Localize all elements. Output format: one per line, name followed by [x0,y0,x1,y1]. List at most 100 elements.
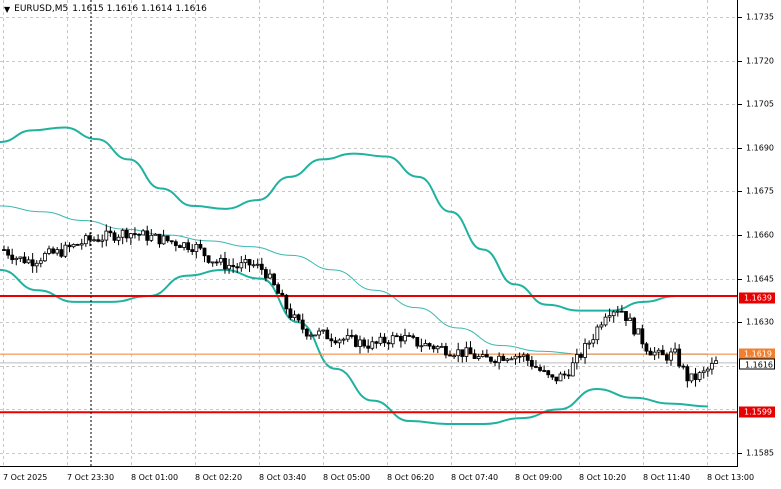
candle-body-bull [341,338,346,341]
candle-body-bear [190,249,195,253]
candle-body-bear [529,360,534,367]
candle-body-bull [92,239,96,242]
candle [145,225,150,246]
candle [38,257,43,268]
candle [566,369,571,380]
candle [51,246,56,255]
candle-body-bull [701,370,706,374]
candle-body-bear [468,347,473,355]
candle-body-bull [452,355,457,358]
candle [710,357,714,375]
candle-body-bull [120,229,125,238]
candle [583,338,587,364]
candle [30,253,35,273]
candle-body-bull [673,348,677,353]
candle [337,338,342,349]
candle-body-bear [206,255,211,263]
candle-body-bear [124,229,129,239]
candle [26,256,31,265]
candle [431,344,436,353]
candle [227,258,231,274]
candle-body-bull [210,261,215,264]
candle [501,353,506,362]
candle-body-bear [6,249,10,256]
candle-body-bear [169,240,174,243]
candle [681,363,686,370]
candle-body-bull [79,243,84,246]
candle-body-bear [685,366,690,382]
candle [149,229,154,243]
candle [464,341,469,362]
candle [10,248,15,264]
price-axis-label: 1.1660 [746,230,774,240]
candle [615,305,620,317]
time-axis-label: 7 Oct 23:30 [67,473,115,482]
candle [120,228,125,245]
candle-body-bull [63,244,68,257]
candle-body-bear [263,269,268,279]
candle-body-bull [697,372,702,380]
chart-menu-icon[interactable]: ▼ [4,5,10,14]
candle [390,331,395,348]
candle-body-bear [75,243,80,246]
candle-body-bull [615,310,620,313]
candle-body-bear [333,340,338,344]
candle-body-bear [562,373,567,376]
candle-body-bear [411,335,416,338]
candle-body-bull [153,233,158,236]
candle [63,241,68,258]
candle [112,230,117,243]
candle-body-bull [243,259,248,264]
candle [214,259,219,267]
candle-body-bear [133,233,137,235]
candle [333,336,338,345]
candle-body-bull [480,354,485,357]
candle-body-bull [611,311,616,317]
candle-body-bull [358,339,362,347]
candle-body-bear [427,343,432,347]
candle-body-bull [218,258,223,263]
chart-window[interactable]: ▼ EURUSD,M5 1.1615 1.1616 1.1614 1.1616 … [0,0,781,489]
candle [202,247,207,263]
time-axis-label: 7 Oct 2025 [3,473,48,482]
price-chart[interactable] [0,0,781,489]
candle-body-bull [710,363,714,370]
candle-body-bear [325,329,330,340]
candle [476,353,481,361]
candle [165,235,170,243]
candle-body-bear [366,345,371,349]
candle-body-bull [313,334,317,337]
candle [92,236,96,242]
candle [259,257,264,275]
candle-body-bull [268,273,272,279]
candle-body-bear [399,335,403,342]
candle [595,324,600,345]
time-axis-label: 8 Oct 06:20 [387,473,435,482]
candle-body-bull [182,242,186,248]
candle-body-bear [681,365,686,368]
candle-body-bull [43,253,47,262]
candle [255,258,260,269]
time-axis-label: 8 Oct 13:00 [707,473,755,482]
candle [546,369,551,379]
candle-body-bull [583,343,587,358]
candle [435,345,440,354]
candle-body-bear [137,233,141,236]
candle [292,310,297,321]
candle-body-bull [570,362,575,377]
candle-body-bear [304,328,309,337]
candle [276,282,281,294]
candle-body-bear [382,336,387,344]
candle [448,350,452,357]
candle-body-bear [235,266,240,269]
candle [685,364,690,388]
candle [354,334,358,348]
candle-body-bear [501,355,506,361]
price-axis-label: 1.1675 [746,186,774,196]
candle-body-bull [456,349,461,357]
candle-body-bear [632,317,637,335]
candle-body-bull [476,356,481,359]
candle [124,227,129,243]
candle [362,337,366,349]
candle [280,289,285,296]
